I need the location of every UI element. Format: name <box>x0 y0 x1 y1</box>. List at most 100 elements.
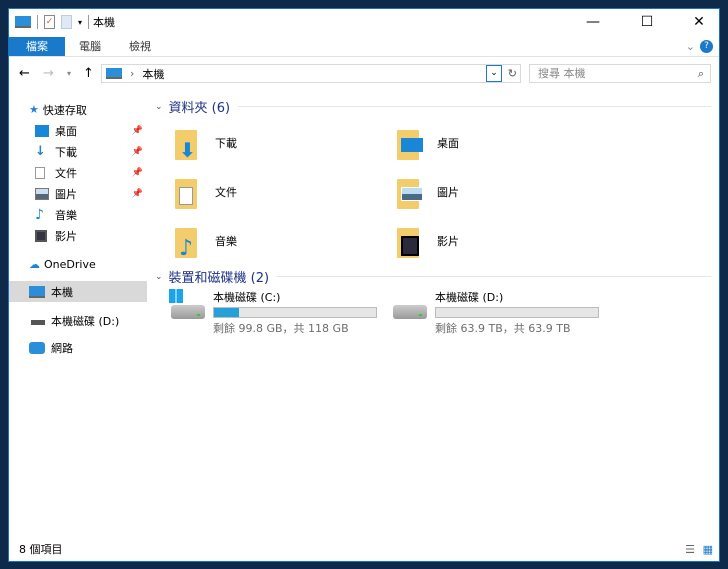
sidebar-item-quick-access[interactable]: ★ 快速存取 <box>9 99 147 120</box>
item-count: 8 個項目 <box>19 543 63 556</box>
folder-item[interactable]: 圖片 <box>397 172 597 212</box>
sidebar-item-label: 桌面 <box>55 124 77 138</box>
sidebar-item-label: 快速存取 <box>42 103 87 117</box>
collapse-icon[interactable]: ⌄ <box>155 272 163 282</box>
explorer-window: ✓ ▾ 本機 — ☐ ✕ 檔案 電腦 檢視 ⌄ ? ← → ▾ ↑ › 本機 ⌄… <box>8 8 720 562</box>
folder-label: 圖片 <box>437 186 459 199</box>
status-bar: 8 個項目 ☰ ▦ <box>9 539 719 561</box>
folder-icon <box>175 175 205 209</box>
hard-drive-icon <box>169 289 209 329</box>
video-icon <box>401 236 421 256</box>
details-view-icon[interactable]: ☰ <box>685 539 695 561</box>
pin-icon[interactable]: 📌 <box>132 126 143 136</box>
computer-icon <box>15 16 31 28</box>
tab-file[interactable]: 檔案 <box>9 37 65 56</box>
up-icon[interactable]: ↑ <box>83 66 94 81</box>
desktop-icon <box>35 124 49 137</box>
group-title: 資料夾 (6) <box>168 101 231 116</box>
quick-access-dropdown-icon[interactable]: ▾ <box>78 18 82 27</box>
title-bar: ✓ ▾ 本機 — ☐ ✕ <box>9 9 719 35</box>
drive-item[interactable]: 本機磁碟 (D:) 剩餘 63.9 TB，共 63.9 TB <box>391 289 611 336</box>
drive-space: 剩餘 63.9 TB，共 63.9 TB <box>435 322 571 335</box>
drive-name: 本機磁碟 (D:) <box>435 291 504 304</box>
forward-icon[interactable]: → <box>43 66 54 81</box>
sidebar-item-label: 網路 <box>51 341 73 355</box>
drive-icon <box>31 320 45 325</box>
sidebar-item-desktop[interactable]: 桌面 📌 <box>9 120 147 141</box>
folder-item[interactable]: 桌面 <box>397 123 597 163</box>
window-title: 本機 <box>93 16 116 29</box>
navigation-bar: ← → ▾ ↑ › 本機 ⌄ ↻ 搜尋 本機 ⌕ <box>9 62 719 84</box>
drive-usage-bar <box>435 307 599 318</box>
sidebar-item-label: 本機 <box>51 285 73 299</box>
sidebar-item-onedrive[interactable]: ☁ OneDrive <box>9 254 147 275</box>
collapse-icon[interactable]: ⌄ <box>155 102 163 112</box>
folder-icon: ⬇ <box>175 126 205 162</box>
search-icon: ⌕ <box>697 67 704 80</box>
windows-logo-icon <box>169 289 183 303</box>
folder-icon <box>397 126 427 160</box>
sidebar-item-label: 文件 <box>55 166 77 180</box>
pin-icon[interactable]: 📌 <box>132 189 143 199</box>
hard-drive-icon <box>391 289 431 329</box>
sidebar-item-label: OneDrive <box>44 258 96 271</box>
sidebar-item-this-pc[interactable]: 本機 <box>9 281 147 302</box>
new-folder-icon[interactable] <box>61 15 72 29</box>
close-button[interactable]: ✕ <box>681 9 717 35</box>
music-icon: ♪ <box>179 236 194 261</box>
folder-label: 桌面 <box>437 137 459 150</box>
folder-label: 影片 <box>437 235 459 248</box>
sidebar-item-downloads[interactable]: ↓ 下載 📌 <box>9 141 147 162</box>
properties-icon[interactable]: ✓ <box>44 15 55 29</box>
music-icon: ♪ <box>35 206 44 223</box>
drive-usage-bar <box>213 307 377 318</box>
desktop-icon <box>401 138 423 158</box>
minimize-button[interactable]: — <box>575 9 611 35</box>
sidebar-item-videos[interactable]: 影片 <box>9 225 147 246</box>
document-icon <box>179 187 199 207</box>
sidebar-item-network[interactable]: 網路 <box>9 337 147 358</box>
address-dropdown-icon[interactable]: ⌄ <box>486 65 502 82</box>
folder-icon <box>397 175 427 209</box>
address-path: 本機 <box>142 67 165 81</box>
search-placeholder: 搜尋 本機 <box>538 67 586 80</box>
folder-label: 音樂 <box>215 235 237 248</box>
sidebar-item-music[interactable]: ♪ 音樂 <box>9 204 147 225</box>
address-bar[interactable]: › 本機 ⌄ ↻ <box>101 64 521 83</box>
large-icons-view-icon[interactable]: ▦ <box>703 539 713 561</box>
sidebar-item-pictures[interactable]: 圖片 📌 <box>9 183 147 204</box>
pin-icon[interactable]: 📌 <box>132 147 143 157</box>
sidebar-item-label: 影片 <box>55 229 77 243</box>
folder-item[interactable]: ♪ 音樂 <box>175 221 375 261</box>
search-input[interactable]: 搜尋 本機 ⌕ <box>529 64 711 83</box>
sidebar-item-documents[interactable]: 文件 📌 <box>9 162 147 183</box>
maximize-button[interactable]: ☐ <box>629 9 665 35</box>
refresh-icon[interactable]: ↻ <box>508 67 517 80</box>
group-title: 裝置和磁碟機 (2) <box>168 271 270 286</box>
drives-group-header[interactable]: ⌄ 裝置和磁碟機 (2) <box>155 267 711 286</box>
folder-label: 文件 <box>215 186 237 199</box>
star-icon: ★ <box>29 103 39 116</box>
folder-item[interactable]: 文件 <box>175 172 375 212</box>
back-icon[interactable]: ← <box>19 66 30 81</box>
content-pane: ⌄ 資料夾 (6) ⬇ 下載文件 ♪ 音樂 桌面圖片影片 ⌄ 裝置和磁碟機 (2) 本機磁碟… <box>149 93 719 539</box>
folders-group-header[interactable]: ⌄ 資料夾 (6) <box>155 97 711 116</box>
expand-ribbon-icon[interactable]: ⌄ <box>686 40 695 53</box>
pictures-icon <box>35 187 49 200</box>
folder-item[interactable]: ⬇ 下載 <box>175 123 375 163</box>
help-icon[interactable]: ? <box>700 40 713 53</box>
drive-item[interactable]: 本機磁碟 (C:) 剩餘 99.8 GB，共 118 GB <box>169 289 389 336</box>
document-icon <box>35 166 45 179</box>
recent-dropdown-icon[interactable]: ▾ <box>67 69 71 78</box>
sidebar-item-label: 音樂 <box>55 208 77 222</box>
computer-icon <box>106 68 122 79</box>
pin-icon[interactable]: 📌 <box>132 168 143 178</box>
folder-item[interactable]: 影片 <box>397 221 597 261</box>
tab-computer[interactable]: 電腦 <box>65 37 115 56</box>
folder-icon: ♪ <box>175 224 205 261</box>
pictures-icon <box>401 187 423 207</box>
drive-space: 剩餘 99.8 GB，共 118 GB <box>213 322 349 335</box>
sidebar-item-label: 圖片 <box>55 187 77 201</box>
tab-view[interactable]: 檢視 <box>115 37 165 56</box>
sidebar-item-drive-d[interactable]: 本機磁碟 (D:) <box>9 310 147 331</box>
